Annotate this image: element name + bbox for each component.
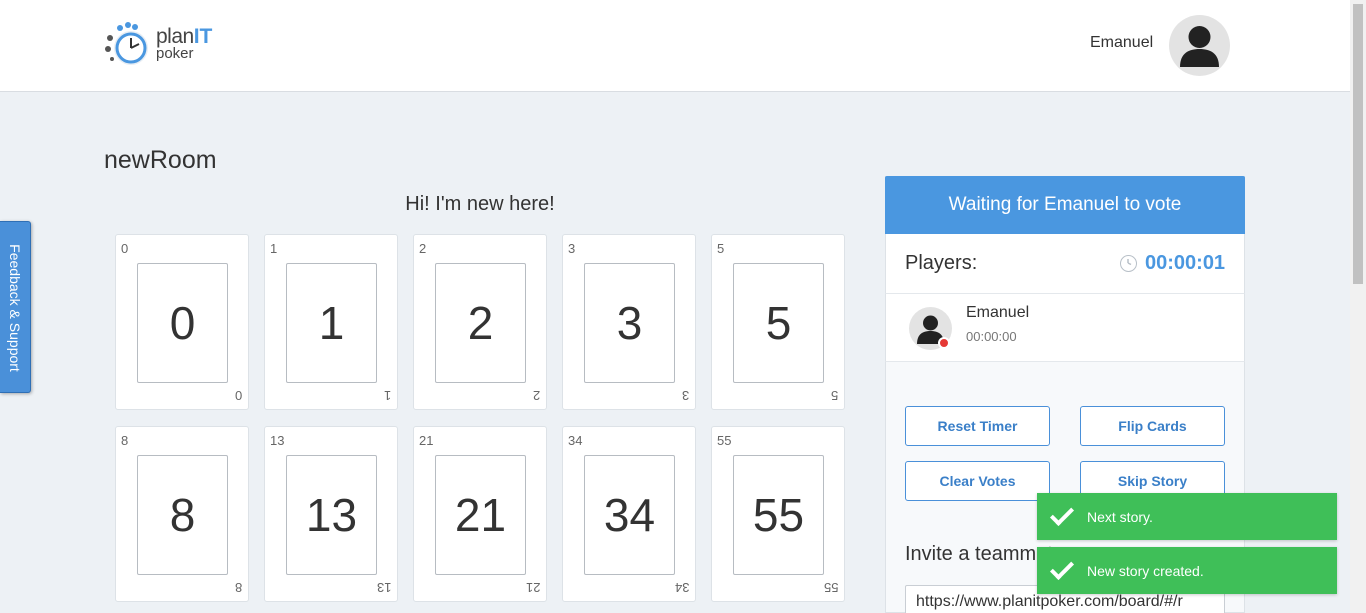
reset-timer-button[interactable]: Reset Timer bbox=[905, 406, 1050, 446]
card-corner-top: 13 bbox=[270, 433, 285, 448]
vote-card-34[interactable]: 34 34 34 bbox=[562, 426, 696, 602]
card-face-value: 1 bbox=[286, 263, 377, 383]
vote-card-1[interactable]: 1 1 1 bbox=[264, 234, 398, 410]
vote-card-55[interactable]: 55 55 55 bbox=[711, 426, 845, 602]
voting-status-text: Waiting for Emanuel to vote bbox=[948, 194, 1182, 215]
user-avatar[interactable] bbox=[1169, 15, 1230, 76]
card-corner-bottom: 0 bbox=[234, 388, 242, 403]
card-corner-bottom: 34 bbox=[674, 580, 689, 595]
card-corner-bottom: 21 bbox=[525, 580, 540, 595]
card-face-value: 55 bbox=[733, 455, 824, 575]
card-corner-bottom: 5 bbox=[830, 388, 838, 403]
not-voted-status-dot bbox=[938, 337, 950, 349]
card-corner-top: 55 bbox=[717, 433, 732, 448]
user-silhouette-icon bbox=[1180, 26, 1219, 67]
players-header: Players: 00:00:01 bbox=[885, 234, 1245, 294]
page-scrollbar[interactable] bbox=[1350, 0, 1366, 613]
logo-poker-text: poker bbox=[156, 45, 194, 62]
vote-card-21[interactable]: 21 21 21 bbox=[413, 426, 547, 602]
planit-poker-logo[interactable]: planIT poker bbox=[104, 20, 224, 72]
card-corner-bottom: 2 bbox=[532, 388, 540, 403]
round-timer: 00:00:01 bbox=[1145, 252, 1226, 274]
card-corner-bottom: 13 bbox=[376, 580, 391, 595]
logo-it-text: IT bbox=[193, 25, 213, 48]
clock-icon bbox=[1120, 255, 1137, 272]
toast-next-story[interactable]: Next story. bbox=[1037, 493, 1337, 540]
clear-votes-button[interactable]: Clear Votes bbox=[905, 461, 1050, 501]
checkmark-icon bbox=[1037, 555, 1087, 580]
card-corner-top: 0 bbox=[121, 241, 129, 256]
card-face-value: 21 bbox=[435, 455, 526, 575]
scrollbar-thumb[interactable] bbox=[1353, 4, 1363, 284]
vote-card-3[interactable]: 3 3 3 bbox=[562, 234, 696, 410]
card-face-value: 5 bbox=[733, 263, 824, 383]
player-name: Emanuel bbox=[966, 304, 1030, 321]
vote-card-5[interactable]: 5 5 5 bbox=[711, 234, 845, 410]
room-title: newRoom bbox=[104, 146, 217, 174]
vote-card-0[interactable]: 0 0 0 bbox=[115, 234, 249, 410]
flip-cards-button[interactable]: Flip Cards bbox=[1080, 406, 1225, 446]
vote-card-13[interactable]: 13 13 13 bbox=[264, 426, 398, 602]
vote-card-2[interactable]: 2 2 2 bbox=[413, 234, 547, 410]
voting-status-banner: Waiting for Emanuel to vote bbox=[885, 176, 1245, 234]
card-corner-bottom: 1 bbox=[383, 388, 391, 403]
card-face-value: 2 bbox=[435, 263, 526, 383]
player-list-item: Emanuel 00:00:00 bbox=[885, 294, 1245, 362]
card-corner-top: 8 bbox=[121, 433, 129, 448]
players-label: Players: bbox=[905, 252, 978, 274]
player-vote-time: 00:00:00 bbox=[966, 329, 1017, 344]
card-corner-top: 21 bbox=[419, 433, 434, 448]
checkmark-icon bbox=[1037, 501, 1087, 526]
top-header: planIT poker Emanuel bbox=[0, 0, 1350, 92]
card-corner-top: 34 bbox=[568, 433, 583, 448]
logo-wordmark: planIT poker bbox=[156, 25, 213, 61]
user-name[interactable]: Emanuel bbox=[1090, 34, 1153, 52]
card-face-value: 8 bbox=[137, 455, 228, 575]
toast-message: New story created. bbox=[1087, 562, 1204, 579]
card-corner-top: 1 bbox=[270, 241, 278, 256]
card-face-value: 34 bbox=[584, 455, 675, 575]
card-face-value: 3 bbox=[584, 263, 675, 383]
vote-card-8[interactable]: 8 8 8 bbox=[115, 426, 249, 602]
card-face-value: 13 bbox=[286, 455, 377, 575]
card-corner-top: 5 bbox=[717, 241, 725, 256]
stopwatch-logo-icon bbox=[105, 22, 148, 65]
card-corner-bottom: 55 bbox=[823, 580, 838, 595]
feedback-support-tab[interactable]: Feedback & Support bbox=[0, 221, 31, 393]
feedback-support-label: Feedback & Support bbox=[7, 244, 23, 372]
toast-story-created[interactable]: New story created. bbox=[1037, 547, 1337, 594]
card-face-value: 0 bbox=[137, 263, 228, 383]
toast-message: Next story. bbox=[1087, 508, 1153, 525]
card-corner-top: 3 bbox=[568, 241, 576, 256]
card-corner-top: 2 bbox=[419, 241, 427, 256]
card-corner-bottom: 3 bbox=[681, 388, 689, 403]
current-story-title: Hi! I'm new here! bbox=[405, 193, 555, 215]
card-corner-bottom: 8 bbox=[234, 580, 242, 595]
